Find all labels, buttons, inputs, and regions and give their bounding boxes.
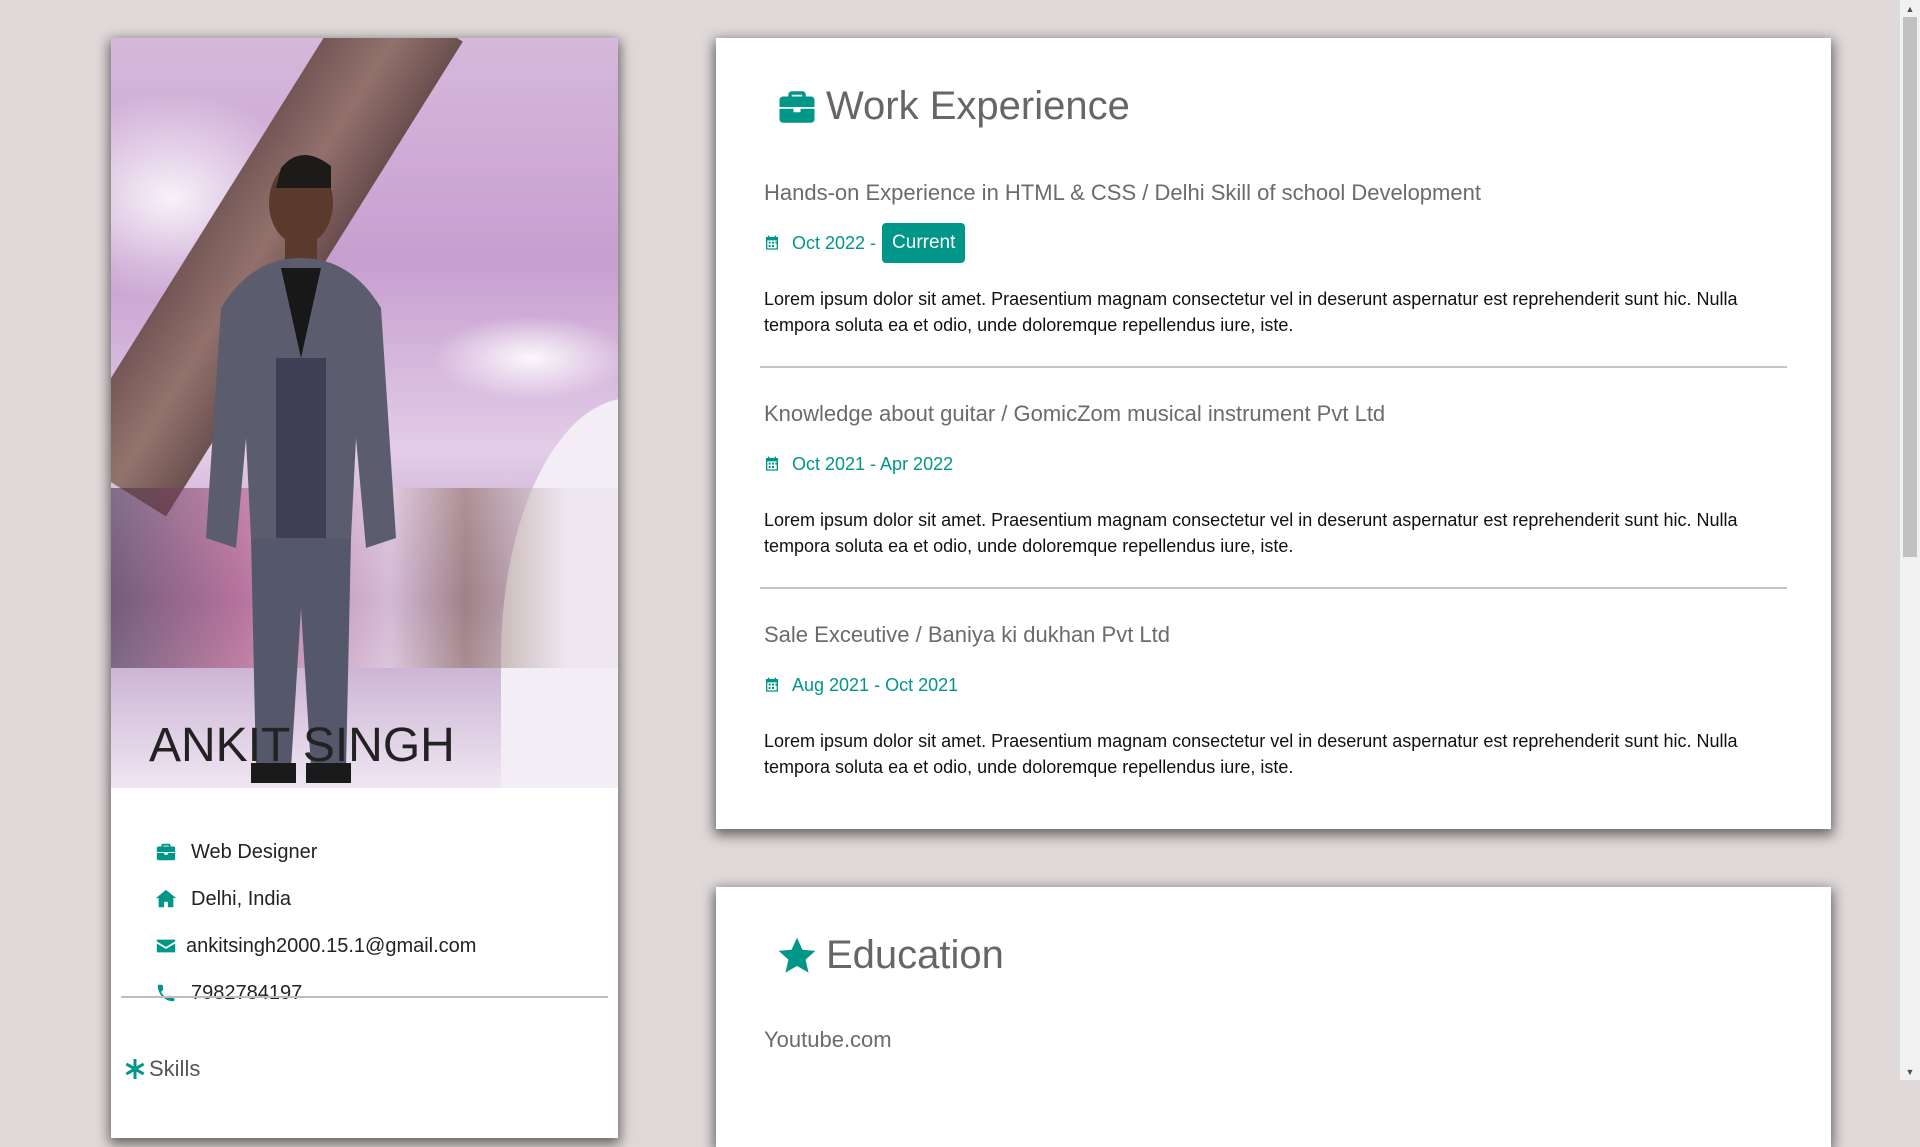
education-title: Education: [776, 933, 1004, 978]
profile-email[interactable]: ankitsingh2000.15.1@gmail.com: [186, 935, 476, 958]
job-item: Knowledge about guitar / GomicZom musica…: [760, 399, 1794, 589]
job-description: Lorem ipsum dolor sit amet. Praesentium …: [764, 289, 1738, 335]
page-scrollbar[interactable]: ▲ ▼: [1900, 0, 1920, 1080]
job-date: Oct 2021 - Apr 2022: [764, 444, 953, 484]
work-experience-title: Work Experience: [776, 84, 1130, 129]
job-description: Lorem ipsum dolor sit amet. Praesentium …: [764, 731, 1738, 777]
profile-divider: [121, 996, 608, 998]
job-item: Sale Exceutive / Baniya ki dukhan Pvt Lt…: [764, 620, 1794, 777]
calendar-icon: [766, 235, 778, 250]
calendar-icon: [766, 677, 778, 692]
job-title: Hands-on Experience in HTML & CSS / Delh…: [764, 180, 1481, 205]
profile-job: Web Designer: [191, 840, 318, 863]
scroll-down-arrow-icon[interactable]: ▼: [1900, 1063, 1920, 1080]
job-divider: [760, 587, 1787, 589]
asterisk-icon: [125, 1059, 145, 1079]
photo-person-silhouette: [206, 154, 396, 783]
profile-photo: [111, 38, 618, 788]
envelope-icon: [155, 935, 177, 957]
education-card: Education Youtube.com: [716, 887, 1831, 1147]
profile-email-row: ankitsingh2000.15.1@gmail.com: [155, 931, 476, 961]
job-divider: [760, 366, 1787, 368]
briefcase-icon: [155, 841, 177, 863]
job-title: Knowledge about guitar / GomicZom musica…: [764, 401, 1386, 426]
profile-phone[interactable]: 7982784197: [191, 982, 302, 1005]
scroll-up-arrow-icon[interactable]: ▲: [1900, 0, 1920, 17]
education-item-title: Youtube.com: [764, 1027, 892, 1052]
briefcase-icon: [779, 90, 815, 123]
job-date-text: Aug 2021 - Oct 2021: [792, 674, 959, 695]
profile-card: ANKIT SINGH Web Designer Delhi, India an…: [111, 38, 618, 1138]
profile-location: Delhi, India: [191, 887, 292, 910]
job-date-text: Oct 2022 -: [792, 232, 877, 253]
profile-job-row: Web Designer: [155, 837, 317, 867]
job-title: Sale Exceutive / Baniya ki dukhan Pvt Lt…: [764, 622, 1171, 647]
profile-location-row: Delhi, India: [155, 884, 291, 914]
star-icon: [778, 937, 816, 973]
job-date-text: Oct 2021 - Apr 2022: [792, 453, 954, 474]
home-icon: [155, 888, 177, 910]
profile-phone-row: 7982784197: [155, 978, 302, 1008]
profile-name: ANKIT SINGH: [149, 719, 455, 772]
scrollbar-thumb[interactable]: [1903, 17, 1917, 557]
phone-icon: [155, 982, 177, 1004]
education-label: Education: [826, 933, 1004, 977]
job-date: Aug 2021 - Oct 2021: [764, 665, 958, 705]
job-item: Hands-on Experience in HTML & CSS / Delh…: [760, 178, 1794, 368]
skills-heading: Skills: [123, 1056, 200, 1082]
skills-label: Skills: [149, 1056, 201, 1081]
job-description: Lorem ipsum dolor sit amet. Praesentium …: [764, 510, 1738, 556]
current-badge: Current: [882, 223, 966, 263]
work-experience-card: Work Experience Hands-on Experience in H…: [716, 38, 1831, 829]
calendar-icon: [766, 456, 778, 471]
job-date: Oct 2022 - Current: [764, 223, 966, 263]
work-experience-label: Work Experience: [826, 84, 1130, 128]
